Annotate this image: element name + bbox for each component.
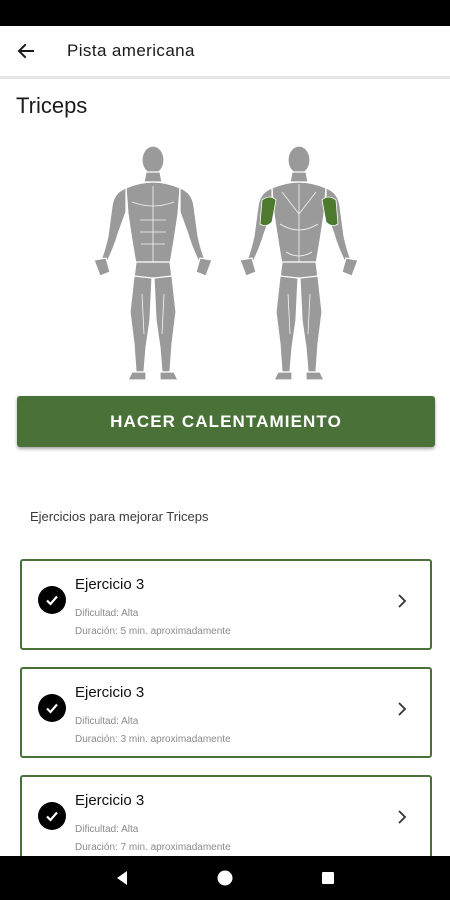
exercise-card[interactable]: Ejercicio 3 Dificultad: Alta Duración: 7… [20, 775, 432, 866]
exercise-card[interactable]: Ejercicio 3 Dificultad: Alta Duración: 5… [20, 559, 432, 650]
nav-recents-button[interactable] [308, 858, 348, 898]
exercise-title: Ejercicio 3 [75, 792, 145, 809]
exercise-title: Ejercicio 3 [75, 576, 145, 593]
exercise-difficulty: Dificultad: Alta [75, 824, 139, 835]
app-bar: Pista americana [0, 26, 450, 79]
body-back-icon [239, 145, 359, 381]
page-title: Triceps [16, 93, 88, 118]
chevron-right-icon [398, 702, 407, 716]
chevron-right-icon [398, 594, 407, 608]
body-front-icon [93, 145, 213, 381]
check-circle-icon [38, 694, 66, 722]
system-nav-bar [0, 856, 450, 900]
exercise-duration: Duración: 7 min. aproximadamente [75, 842, 231, 853]
warmup-button[interactable]: HACER CALENTAMIENTO [17, 396, 435, 447]
app-title: Pista americana [67, 41, 195, 60]
exercise-duration: Duración: 3 min. aproximadamente [75, 734, 231, 745]
chevron-right-icon [398, 810, 407, 824]
status-bar [0, 0, 450, 26]
exercise-card[interactable]: Ejercicio 3 Dificultad: Alta Duración: 3… [20, 667, 432, 758]
exercise-difficulty: Dificultad: Alta [75, 608, 139, 619]
check-circle-icon [38, 802, 66, 830]
nav-back-icon [116, 871, 127, 885]
exercise-difficulty: Dificultad: Alta [75, 716, 139, 727]
arrow-left-icon [17, 43, 34, 59]
check-circle-icon [38, 586, 66, 614]
nav-home-button[interactable] [205, 858, 245, 898]
exercise-list: Ejercicio 3 Dificultad: Alta Duración: 5… [20, 559, 432, 883]
nav-home-icon [217, 870, 233, 886]
section-label: Ejercicios para mejorar Triceps [30, 509, 209, 524]
nav-back-button[interactable] [102, 858, 142, 898]
nav-recents-icon [322, 872, 335, 884]
back-button[interactable] [0, 25, 52, 77]
exercise-duration: Duración: 5 min. aproximadamente [75, 626, 231, 637]
exercise-title: Ejercicio 3 [75, 684, 145, 701]
